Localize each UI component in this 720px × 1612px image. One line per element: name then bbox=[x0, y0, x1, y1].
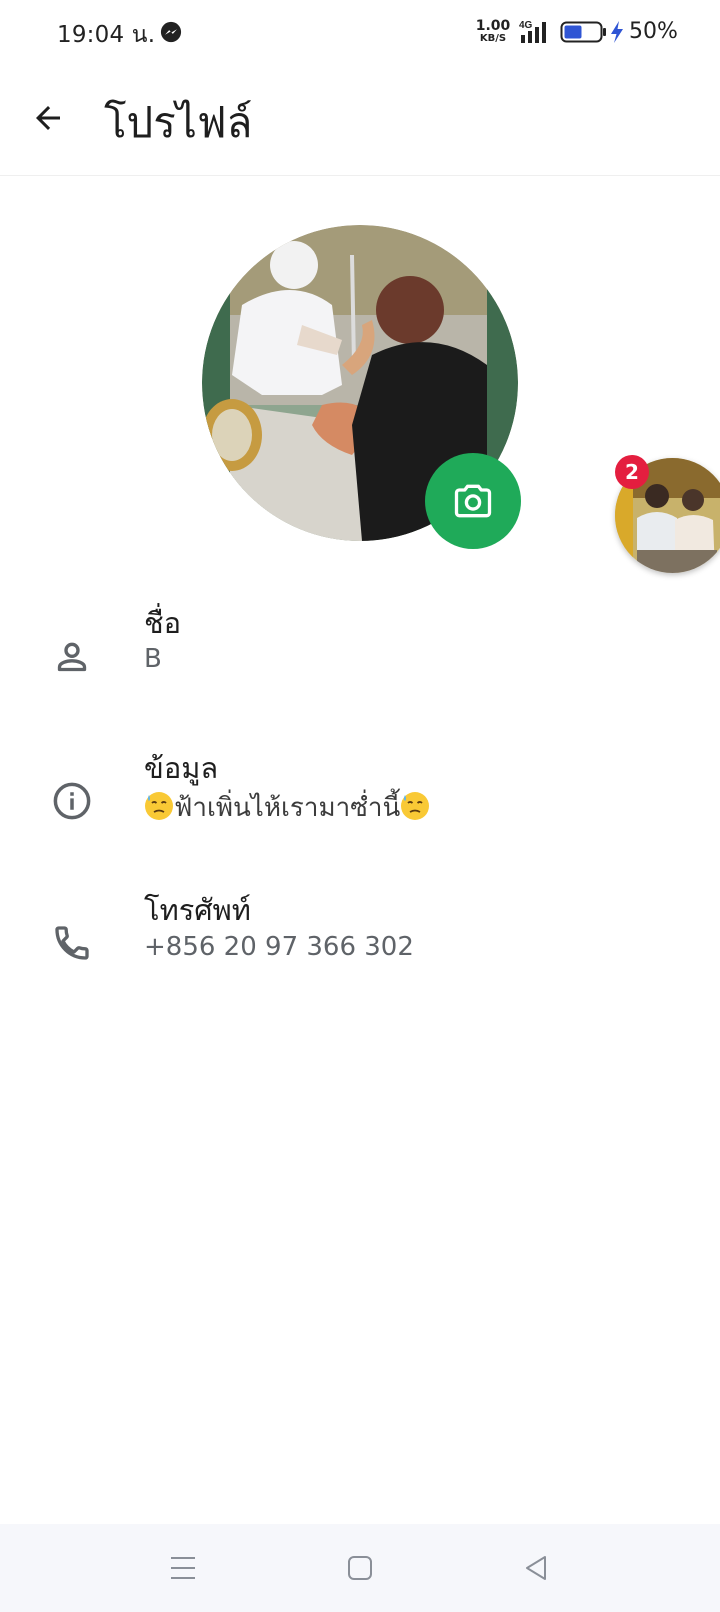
name-value: B bbox=[144, 644, 162, 674]
back-icon[interactable] bbox=[518, 1550, 554, 1586]
info-icon bbox=[47, 776, 97, 826]
svg-text:4G: 4G bbox=[519, 20, 533, 31]
back-arrow-icon bbox=[36, 106, 60, 130]
home-icon[interactable] bbox=[342, 1550, 378, 1586]
status-time: 19:04 น. bbox=[57, 22, 156, 48]
sweat-face-emoji-icon bbox=[401, 792, 430, 820]
status-bar: 19:04 น. 1.00 KB/S 4G 50% bbox=[0, 0, 720, 66]
phone-value: +856 20 97 366 302 bbox=[144, 932, 414, 962]
chat-head-badge: 2 bbox=[615, 455, 649, 489]
about-value: ฟ้าเพิ่นไห้เรามาซ่ำนี้ bbox=[144, 787, 430, 828]
app-bar: โปรไฟล์ bbox=[0, 66, 720, 176]
sweat-face-emoji-icon bbox=[145, 792, 173, 820]
about-text: ฟ้าเพิ่นไห้เรามาซ่ำนี้ bbox=[174, 793, 401, 823]
battery-percent: 50% bbox=[629, 19, 678, 44]
network-speed: 1.00 KB/S bbox=[475, 18, 511, 44]
camera-icon bbox=[454, 484, 492, 518]
messenger-icon bbox=[160, 21, 182, 43]
person-icon bbox=[47, 632, 97, 682]
name-label: ชื่อ bbox=[144, 606, 182, 640]
change-photo-button[interactable] bbox=[425, 453, 521, 549]
about-row[interactable]: ข้อมูล ฟ้าเพิ่นไห้เรามาซ่ำนี้ bbox=[0, 745, 720, 855]
signal-icon: 4G bbox=[519, 20, 546, 43]
battery-icon bbox=[560, 21, 606, 43]
system-nav-bar bbox=[0, 1524, 720, 1612]
about-label: ข้อมูล bbox=[144, 751, 219, 785]
phone-icon bbox=[47, 918, 97, 968]
menu-icon[interactable] bbox=[165, 1550, 201, 1586]
page-title: โปรไฟล์ bbox=[104, 98, 253, 147]
phone-row[interactable]: โทรศัพท์ +856 20 97 366 302 bbox=[0, 887, 720, 997]
profile-screen: 19:04 น. 1.00 KB/S 4G 50% โปรไฟล์ 2 ชื่อ… bbox=[0, 0, 720, 1612]
phone-label: โทรศัพท์ bbox=[144, 893, 251, 927]
charging-icon bbox=[611, 21, 623, 43]
back-button[interactable] bbox=[24, 94, 72, 142]
name-row[interactable]: ชื่อ B bbox=[0, 600, 720, 710]
